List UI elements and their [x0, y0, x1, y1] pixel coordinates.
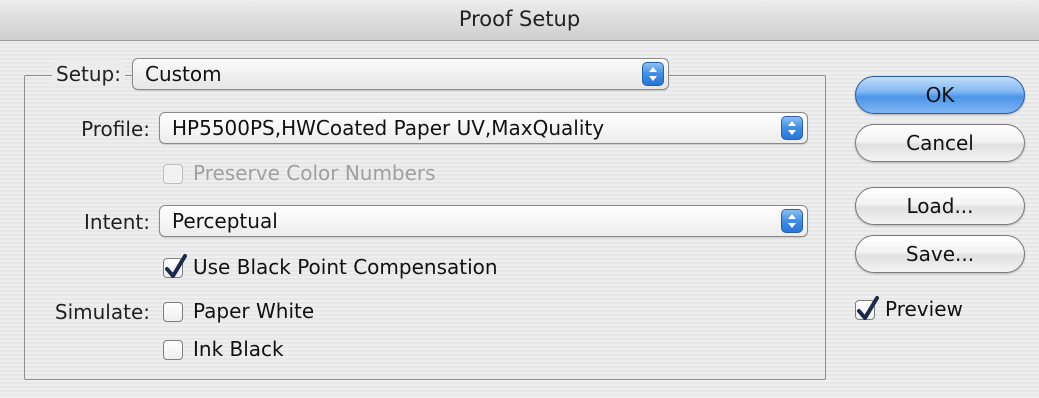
preview-checkbox[interactable] — [855, 296, 879, 320]
ok-button[interactable]: OK — [855, 76, 1025, 114]
window-title-bar: Proof Setup — [0, 0, 1039, 41]
save-button[interactable]: Save... — [855, 235, 1025, 273]
profile-label: Profile: — [81, 117, 150, 141]
preserve-color-numbers-checkbox[interactable] — [163, 164, 183, 184]
preview-label: Preview — [885, 297, 963, 321]
ink-black-label: Ink Black — [193, 337, 284, 361]
black-point-compensation-label: Use Black Point Compensation — [193, 255, 498, 279]
paper-white-checkbox[interactable] — [163, 302, 183, 322]
checkmark-icon — [165, 254, 187, 278]
setup-popup-value: Custom — [145, 62, 222, 86]
black-point-compensation-checkbox[interactable] — [163, 254, 187, 278]
profile-popup-value: HP5500PS,HWCoated Paper UV,MaxQuality — [172, 116, 605, 140]
checkmark-icon — [857, 296, 879, 320]
cancel-button[interactable]: Cancel — [855, 124, 1025, 162]
popup-arrows-icon — [642, 62, 664, 86]
setup-popup[interactable]: Custom — [132, 58, 669, 90]
profile-popup[interactable]: HP5500PS,HWCoated Paper UV,MaxQuality — [159, 112, 808, 144]
paper-white-label: Paper White — [193, 299, 315, 323]
window-title: Proof Setup — [458, 7, 581, 31]
load-button[interactable]: Load... — [855, 187, 1025, 225]
setup-label: Setup: — [52, 62, 125, 86]
popup-arrows-icon — [781, 209, 803, 233]
ink-black-checkbox[interactable] — [163, 340, 183, 360]
intent-popup[interactable]: Perceptual — [159, 205, 808, 237]
preserve-color-numbers-label: Preserve Color Numbers — [193, 161, 436, 185]
popup-arrows-icon — [781, 116, 803, 140]
intent-label: Intent: — [84, 210, 150, 234]
simulate-label: Simulate: — [54, 300, 150, 324]
intent-popup-value: Perceptual — [172, 209, 278, 233]
